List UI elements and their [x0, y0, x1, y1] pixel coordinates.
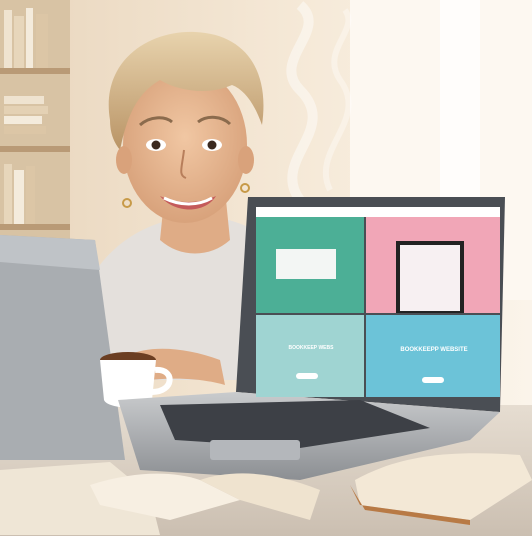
browser-bar [256, 207, 500, 217]
tablet-preview [396, 241, 464, 313]
left-panel-button [296, 373, 318, 379]
teal-panel [256, 217, 364, 313]
left-panel-label: BOOKKEEP WEBS [288, 345, 334, 351]
laptop-screen: BOOKKEEP WEBS BOOKKEEPP WEBSITE [256, 207, 500, 407]
pink-panel [366, 217, 500, 313]
photo-scene: BOOKKEEP WEBS BOOKKEEPP WEBSITE [0, 0, 532, 536]
right-panel-button [422, 377, 444, 383]
right-panel-label: BOOKKEEPP WEBSITE [400, 347, 468, 353]
light-teal-panel [256, 315, 364, 397]
sky-panel [366, 315, 500, 397]
document-preview [276, 249, 336, 279]
